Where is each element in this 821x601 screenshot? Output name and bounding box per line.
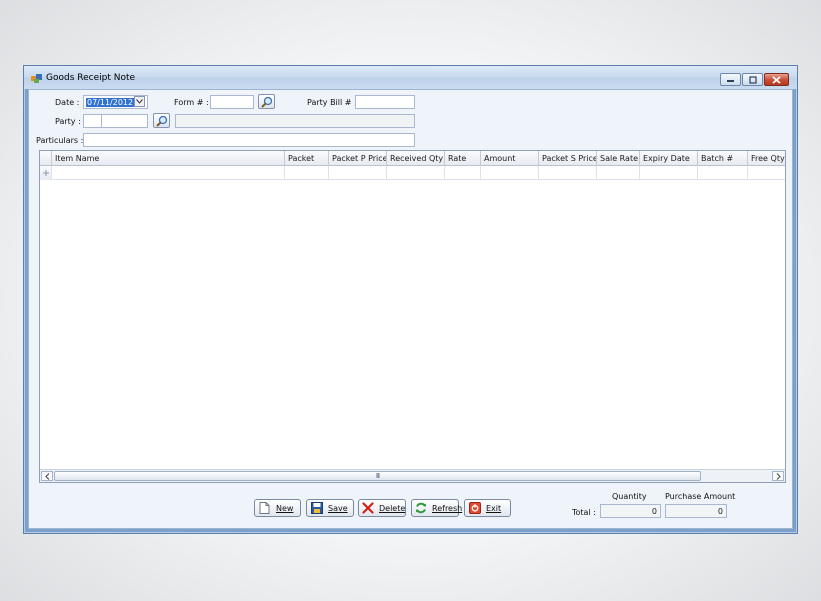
- refresh-icon: [415, 502, 427, 514]
- column-header-packet-s-price[interactable]: Packet S Price: [539, 151, 597, 166]
- party-id-field[interactable]: [101, 114, 148, 128]
- exit-button-label: Exit: [486, 503, 502, 513]
- grid-header: Item Name Packet Packet P Price Received…: [40, 151, 785, 166]
- restore-icon: [748, 75, 757, 84]
- cell-amount[interactable]: [481, 166, 539, 180]
- scroll-right-button[interactable]: [772, 471, 784, 481]
- title-bar[interactable]: Goods Receipt Note: [24, 66, 797, 89]
- save-button-label: Save: [328, 503, 348, 513]
- chevron-left-icon: [44, 472, 49, 480]
- exit-button[interactable]: Exit: [464, 499, 511, 517]
- chevron-down-icon: [136, 99, 143, 104]
- particulars-field[interactable]: [83, 133, 415, 147]
- refresh-button-label: Refresh: [432, 503, 463, 513]
- column-header-item-name[interactable]: Item Name: [52, 151, 285, 166]
- party-code-field[interactable]: [83, 114, 102, 128]
- refresh-button[interactable]: Refresh: [411, 499, 463, 517]
- cell-item-name[interactable]: [52, 166, 285, 180]
- goods-receipt-window: Goods Receipt Note Date : 07/11/2012 For…: [23, 65, 798, 534]
- minimize-icon: [727, 80, 734, 82]
- column-header-packet-p-price[interactable]: Packet P Price: [329, 151, 387, 166]
- cell-packet[interactable]: [285, 166, 329, 180]
- party-bill-field[interactable]: [355, 95, 415, 109]
- maximize-button[interactable]: [742, 73, 763, 86]
- column-header-sale-rate[interactable]: Sale Rate: [597, 151, 640, 166]
- form-client-area: Date : 07/11/2012 Form # : Party Bill # …: [28, 89, 793, 529]
- total-quantity-field: 0: [600, 504, 661, 518]
- horizontal-scrollbar[interactable]: III: [40, 469, 785, 482]
- app-icon: [31, 74, 42, 83]
- date-label: Date :: [55, 98, 80, 107]
- new-button[interactable]: New: [254, 499, 301, 517]
- delete-button-label: Delete: [379, 503, 406, 513]
- new-row-indicator-icon: [42, 170, 49, 176]
- form-number-label: Form # :: [174, 98, 209, 107]
- minimize-button[interactable]: [720, 73, 741, 86]
- row-header[interactable]: [40, 166, 52, 180]
- purchase-amount-column-label: Purchase Amount: [665, 492, 736, 501]
- particulars-label: Particulars :: [36, 136, 84, 145]
- window-title: Goods Receipt Note: [46, 73, 136, 83]
- party-bill-label: Party Bill # :: [307, 98, 357, 107]
- date-dropdown-button[interactable]: [134, 96, 145, 107]
- column-header-expiry-date[interactable]: Expiry Date: [640, 151, 698, 166]
- column-header-free-qty[interactable]: Free Qty: [748, 151, 785, 166]
- column-header-amount[interactable]: Amount: [481, 151, 539, 166]
- table-row[interactable]: [40, 166, 785, 180]
- chevron-right-icon: [776, 472, 781, 480]
- cell-packet-p-price[interactable]: [329, 166, 387, 180]
- quantity-column-label: Quantity: [612, 492, 647, 501]
- exit-icon: [468, 502, 481, 514]
- magnifier-icon: [155, 115, 167, 127]
- cell-expiry-date[interactable]: [640, 166, 698, 180]
- new-button-label: New: [276, 503, 294, 513]
- close-icon: [772, 75, 781, 84]
- scroll-left-button[interactable]: [41, 471, 53, 481]
- scroll-thumb[interactable]: III: [54, 471, 701, 481]
- column-header-packet[interactable]: Packet: [285, 151, 329, 166]
- cell-rate[interactable]: [445, 166, 481, 180]
- cell-packet-s-price[interactable]: [539, 166, 597, 180]
- cell-free-qty[interactable]: [748, 166, 785, 180]
- column-header-rate[interactable]: Rate: [445, 151, 481, 166]
- delete-x-icon: [362, 502, 374, 514]
- total-label: Total :: [572, 508, 596, 517]
- grid-corner: [40, 151, 52, 166]
- cell-batch[interactable]: [698, 166, 748, 180]
- delete-button[interactable]: Delete: [358, 499, 406, 517]
- cell-received-qty[interactable]: [387, 166, 445, 180]
- party-label: Party :: [55, 117, 81, 126]
- form-lookup-button[interactable]: [258, 94, 275, 109]
- total-purchase-amount-field: 0: [665, 504, 727, 518]
- cell-sale-rate[interactable]: [597, 166, 640, 180]
- scroll-grip: III: [375, 472, 380, 480]
- items-grid[interactable]: Item Name Packet Packet P Price Received…: [39, 150, 786, 483]
- party-name-field: [175, 114, 415, 128]
- column-header-batch[interactable]: Batch #: [698, 151, 748, 166]
- save-button[interactable]: Save: [306, 499, 354, 517]
- party-lookup-button[interactable]: [153, 113, 170, 128]
- date-value: 07/11/2012: [86, 98, 135, 107]
- save-disk-icon: [310, 502, 323, 514]
- new-document-icon: [258, 502, 271, 514]
- magnifier-icon: [260, 96, 272, 108]
- column-header-received-qty[interactable]: Received Qty: [387, 151, 445, 166]
- form-number-field[interactable]: [210, 95, 254, 109]
- close-button[interactable]: [764, 73, 789, 86]
